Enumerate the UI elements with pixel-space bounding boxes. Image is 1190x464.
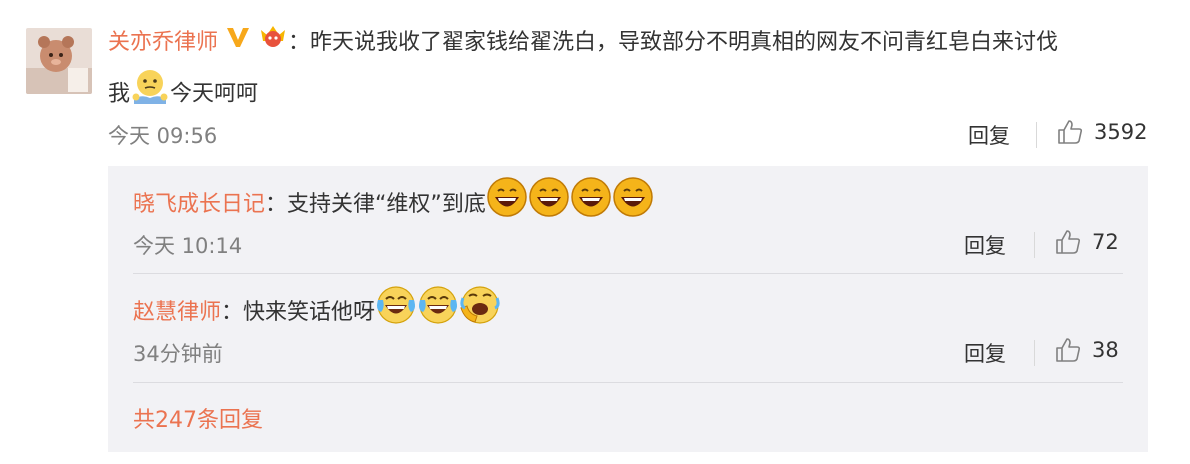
like-button[interactable]: 38 — [1054, 336, 1119, 364]
comment-separator: ： — [288, 30, 311, 55]
like-count: 38 — [1092, 338, 1119, 362]
divider — [1034, 340, 1035, 366]
comment-text-line2: 我 今天呵呵 — [108, 66, 1150, 123]
reply-time: 34分钟前 — [133, 342, 223, 366]
reply-emojis — [375, 286, 501, 325]
rofl-emoji — [459, 284, 501, 342]
laugh-emoji — [570, 176, 612, 234]
divider — [1036, 122, 1037, 148]
reply-divider — [133, 382, 1123, 383]
comment-body-pre: 我 — [108, 81, 131, 107]
reply-emojis — [486, 177, 654, 217]
like-count: 72 — [1092, 230, 1119, 254]
reply-item: 赵慧律师：快来笑话他呀 34分钟前 回复 38 — [133, 284, 1123, 366]
reply-separator: ： — [265, 192, 288, 217]
laugh-emoji — [612, 176, 654, 234]
reply-text: 赵慧律师：快来笑话他呀 — [133, 284, 1123, 342]
tears-of-joy-emoji — [417, 284, 459, 342]
reply-divider — [133, 273, 1123, 274]
reply-button[interactable]: 回复 — [964, 230, 1006, 260]
like-button[interactable]: 3592 — [1056, 118, 1147, 146]
shrug-emoji — [130, 66, 170, 123]
thumb-up-icon — [1056, 338, 1081, 362]
like-count: 3592 — [1094, 120, 1148, 144]
comment-meta: 今天 09:56 回复 3592 — [108, 120, 1150, 150]
more-replies-link[interactable]: 共247条回复 — [133, 402, 263, 434]
comment-author[interactable]: 关亦乔律师 — [108, 30, 218, 55]
laugh-emoji — [486, 176, 528, 234]
reply-body: 快来笑话他呀 — [243, 300, 376, 325]
reply-button[interactable]: 回复 — [968, 120, 1010, 150]
laugh-emoji — [528, 176, 570, 234]
reply-button[interactable]: 回复 — [964, 338, 1006, 368]
reply-text: 晓飞成长日记：支持关律“维权”到底 — [133, 176, 1123, 234]
replies-panel: 晓飞成长日记：支持关律“维权”到底 今天 10:14 回复 72 赵慧律师：快来… — [108, 166, 1148, 452]
thumb-up-icon — [1056, 230, 1081, 254]
verified-v-icon — [225, 20, 251, 66]
thumb-up-icon — [1058, 120, 1083, 144]
like-button[interactable]: 72 — [1054, 228, 1119, 256]
reply-body: 支持关律“维权”到底 — [287, 192, 486, 217]
avatar[interactable] — [26, 28, 92, 94]
reply-author[interactable]: 晓飞成长日记 — [133, 192, 265, 217]
comment-text: 关亦乔律师 ：昨天说我收了翟家钱给翟洗白，导致部分不明真相的网友不问青红皂白来讨… — [108, 20, 1150, 66]
divider — [1034, 232, 1035, 258]
reply-time: 今天 10:14 — [133, 234, 243, 258]
comment-time: 今天 09:56 — [108, 124, 218, 148]
reply-meta: 34分钟前 回复 38 — [133, 338, 1123, 368]
reply-meta: 今天 10:14 回复 72 — [133, 230, 1123, 260]
comment-body-post: 今天呵呵 — [170, 81, 259, 107]
reply-separator: ： — [221, 300, 244, 325]
tears-of-joy-emoji — [375, 284, 417, 342]
crown-vip-icon — [258, 20, 288, 66]
reply-item: 晓飞成长日记：支持关律“维权”到底 今天 10:14 回复 72 — [133, 176, 1123, 258]
comment-body-line1: 昨天说我收了翟家钱给翟洗白，导致部分不明真相的网友不问青红皂白来讨伐 — [310, 30, 1059, 55]
reply-author[interactable]: 赵慧律师 — [133, 300, 221, 325]
comment: 关亦乔律师 ：昨天说我收了翟家钱给翟洗白，导致部分不明真相的网友不问青红皂白来讨… — [108, 20, 1150, 148]
